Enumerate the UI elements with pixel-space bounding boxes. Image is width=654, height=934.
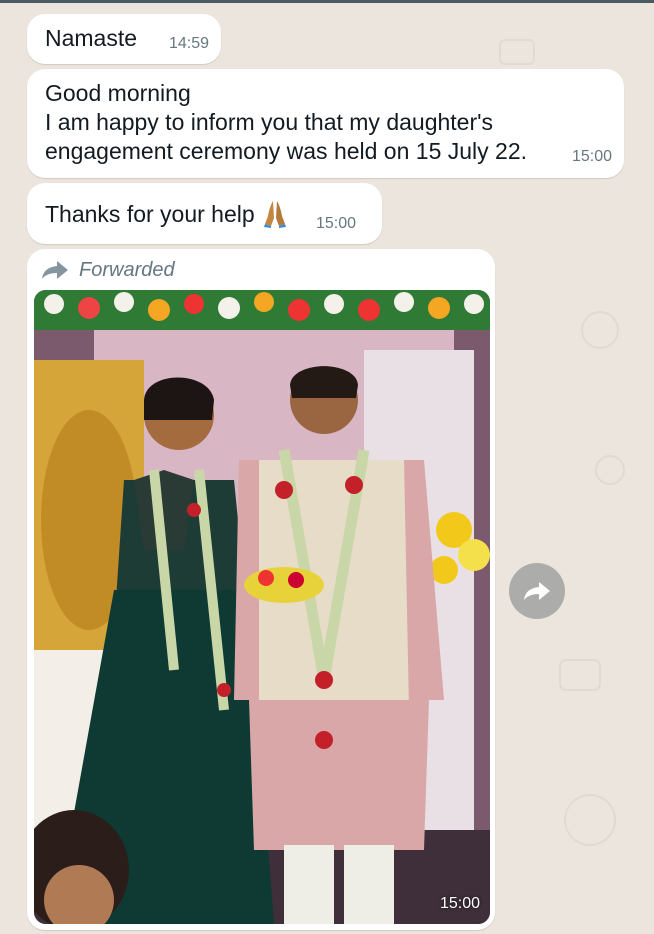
message-time: 14:59 [168, 35, 209, 52]
top-strip [0, 0, 654, 3]
engagement-photo[interactable]: 15:00 [34, 290, 490, 924]
forwarded-image-message[interactable]: Forwarded 15:00 [27, 249, 495, 930]
message-text: Good morning I am happy to inform you th… [45, 80, 528, 164]
message-bubble[interactable]: Good morning I am happy to inform you th… [27, 69, 624, 178]
folded-hands-icon [263, 201, 286, 228]
forward-arrow-icon [42, 261, 68, 279]
photo-time: 15:00 [439, 895, 480, 912]
message-text-content: Thanks for your help [45, 201, 255, 227]
forwarded-indicator: Forwarded [41, 257, 175, 283]
message-text: Thanks for your help [45, 198, 289, 229]
message-text: Namaste [45, 25, 138, 51]
forwarded-label: Forwarded [79, 258, 175, 281]
message-bubble[interactable]: Thanks for your help 15:00 [27, 183, 382, 244]
message-time: 15:00 [571, 148, 612, 165]
share-forward-icon [524, 582, 550, 600]
share-forward-button[interactable] [509, 563, 565, 619]
message-time: 15:00 [315, 215, 356, 232]
photo-illustration [34, 290, 490, 924]
message-bubble[interactable]: Namaste 14:59 [27, 14, 221, 64]
